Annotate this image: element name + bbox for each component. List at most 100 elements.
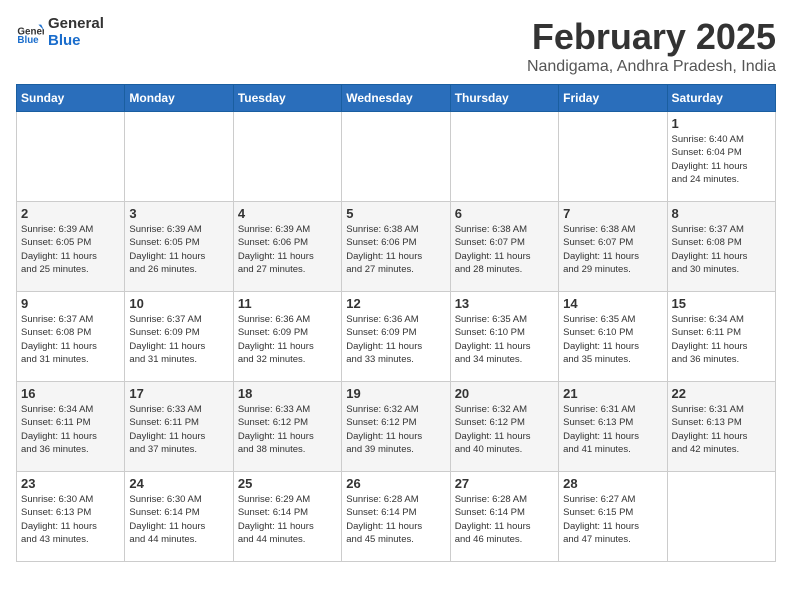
day-cell: 13 Sunrise: 6:35 AM Sunset: 6:10 PM Dayli… — [450, 292, 558, 382]
day-number: 17 — [129, 386, 228, 401]
day-info: Sunrise: 6:39 AM Sunset: 6:06 PM Dayligh… — [238, 223, 337, 276]
day-number: 23 — [21, 476, 120, 491]
day-number: 20 — [455, 386, 554, 401]
day-info: Sunrise: 6:35 AM Sunset: 6:10 PM Dayligh… — [455, 313, 554, 366]
day-cell: 5 Sunrise: 6:38 AM Sunset: 6:06 PM Daylig… — [342, 202, 450, 292]
svg-text:Blue: Blue — [17, 34, 39, 45]
day-number: 25 — [238, 476, 337, 491]
day-cell: 27 Sunrise: 6:28 AM Sunset: 6:14 PM Dayli… — [450, 472, 558, 562]
day-number: 9 — [21, 296, 120, 311]
day-number: 10 — [129, 296, 228, 311]
logo-general: General — [48, 16, 104, 33]
day-number: 13 — [455, 296, 554, 311]
day-number: 19 — [346, 386, 445, 401]
day-cell: 23 Sunrise: 6:30 AM Sunset: 6:13 PM Dayli… — [17, 472, 125, 562]
day-cell — [342, 112, 450, 202]
day-info: Sunrise: 6:37 AM Sunset: 6:08 PM Dayligh… — [672, 223, 771, 276]
day-info: Sunrise: 6:38 AM Sunset: 6:07 PM Dayligh… — [563, 223, 662, 276]
day-info: Sunrise: 6:37 AM Sunset: 6:09 PM Dayligh… — [129, 313, 228, 366]
day-cell: 10 Sunrise: 6:37 AM Sunset: 6:09 PM Dayli… — [125, 292, 233, 382]
day-number: 26 — [346, 476, 445, 491]
day-info: Sunrise: 6:30 AM Sunset: 6:13 PM Dayligh… — [21, 493, 120, 546]
day-cell: 17Sunrise: 6:33 AM Sunset: 6:11 PM Dayli… — [125, 382, 233, 472]
day-header-wednesday: Wednesday — [342, 85, 450, 112]
day-cell: 26 Sunrise: 6:28 AM Sunset: 6:14 PM Dayli… — [342, 472, 450, 562]
calendar-table: SundayMondayTuesdayWednesdayThursdayFrid… — [16, 84, 776, 562]
week-row-5: 23 Sunrise: 6:30 AM Sunset: 6:13 PM Dayli… — [17, 472, 776, 562]
calendar-body: 1 Sunrise: 6:40 AM Sunset: 6:04 PM Daylig… — [17, 112, 776, 562]
day-info: Sunrise: 6:33 AM Sunset: 6:12 PM Dayligh… — [238, 403, 337, 456]
day-info: Sunrise: 6:37 AM Sunset: 6:08 PM Dayligh… — [21, 313, 120, 366]
day-cell: 24 Sunrise: 6:30 AM Sunset: 6:14 PM Dayli… — [125, 472, 233, 562]
day-info: Sunrise: 6:38 AM Sunset: 6:06 PM Dayligh… — [346, 223, 445, 276]
day-cell — [125, 112, 233, 202]
day-cell: 22 Sunrise: 6:31 AM Sunset: 6:13 PM Dayli… — [667, 382, 775, 472]
day-number: 24 — [129, 476, 228, 491]
day-number: 8 — [672, 206, 771, 221]
day-info: Sunrise: 6:39 AM Sunset: 6:05 PM Dayligh… — [21, 223, 120, 276]
day-number: 27 — [455, 476, 554, 491]
day-header-friday: Friday — [559, 85, 667, 112]
title-area: February 2025 Nandigama, Andhra Pradesh,… — [527, 16, 776, 76]
day-cell — [17, 112, 125, 202]
day-number: 5 — [346, 206, 445, 221]
day-cell: 3 Sunrise: 6:39 AM Sunset: 6:05 PM Daylig… — [125, 202, 233, 292]
day-info: Sunrise: 6:30 AM Sunset: 6:14 PM Dayligh… — [129, 493, 228, 546]
day-info: Sunrise: 6:31 AM Sunset: 6:13 PM Dayligh… — [563, 403, 662, 456]
day-number: 22 — [672, 386, 771, 401]
day-cell: 14 Sunrise: 6:35 AM Sunset: 6:10 PM Dayli… — [559, 292, 667, 382]
day-cell: 8 Sunrise: 6:37 AM Sunset: 6:08 PM Daylig… — [667, 202, 775, 292]
day-number: 2 — [21, 206, 120, 221]
day-info: Sunrise: 6:39 AM Sunset: 6:05 PM Dayligh… — [129, 223, 228, 276]
day-number: 21 — [563, 386, 662, 401]
day-cell: 15Sunrise: 6:34 AM Sunset: 6:11 PM Dayli… — [667, 292, 775, 382]
day-cell: 2 Sunrise: 6:39 AM Sunset: 6:05 PM Daylig… — [17, 202, 125, 292]
day-cell — [233, 112, 341, 202]
day-cell: 1 Sunrise: 6:40 AM Sunset: 6:04 PM Daylig… — [667, 112, 775, 202]
logo: General Blue General Blue — [16, 16, 104, 49]
day-cell: 18Sunrise: 6:33 AM Sunset: 6:12 PM Dayli… — [233, 382, 341, 472]
day-info: Sunrise: 6:35 AM Sunset: 6:10 PM Dayligh… — [563, 313, 662, 366]
day-info: Sunrise: 6:32 AM Sunset: 6:12 PM Dayligh… — [346, 403, 445, 456]
day-info: Sunrise: 6:38 AM Sunset: 6:07 PM Dayligh… — [455, 223, 554, 276]
day-cell: 25 Sunrise: 6:29 AM Sunset: 6:14 PM Dayli… — [233, 472, 341, 562]
day-number: 16 — [21, 386, 120, 401]
day-cell: 7Sunrise: 6:38 AM Sunset: 6:07 PM Daylig… — [559, 202, 667, 292]
day-number: 6 — [455, 206, 554, 221]
day-info: Sunrise: 6:28 AM Sunset: 6:14 PM Dayligh… — [455, 493, 554, 546]
header: General Blue General Blue February 2025 … — [16, 16, 776, 76]
day-info: Sunrise: 6:32 AM Sunset: 6:12 PM Dayligh… — [455, 403, 554, 456]
day-number: 1 — [672, 116, 771, 131]
week-row-1: 1 Sunrise: 6:40 AM Sunset: 6:04 PM Daylig… — [17, 112, 776, 202]
day-cell: 19 Sunrise: 6:32 AM Sunset: 6:12 PM Dayli… — [342, 382, 450, 472]
day-header-sunday: Sunday — [17, 85, 125, 112]
day-header-tuesday: Tuesday — [233, 85, 341, 112]
day-cell: 28 Sunrise: 6:27 AM Sunset: 6:15 PM Dayli… — [559, 472, 667, 562]
day-info: Sunrise: 6:27 AM Sunset: 6:15 PM Dayligh… — [563, 493, 662, 546]
day-cell — [450, 112, 558, 202]
day-info: Sunrise: 6:31 AM Sunset: 6:13 PM Dayligh… — [672, 403, 771, 456]
day-cell: 11Sunrise: 6:36 AM Sunset: 6:09 PM Dayli… — [233, 292, 341, 382]
day-info: Sunrise: 6:29 AM Sunset: 6:14 PM Dayligh… — [238, 493, 337, 546]
day-number: 3 — [129, 206, 228, 221]
location: Nandigama, Andhra Pradesh, India — [527, 58, 776, 76]
day-number: 14 — [563, 296, 662, 311]
calendar-header-row: SundayMondayTuesdayWednesdayThursdayFrid… — [17, 85, 776, 112]
day-number: 11 — [238, 296, 337, 311]
week-row-4: 16Sunrise: 6:34 AM Sunset: 6:11 PM Dayli… — [17, 382, 776, 472]
day-cell: 4 Sunrise: 6:39 AM Sunset: 6:06 PM Daylig… — [233, 202, 341, 292]
day-info: Sunrise: 6:28 AM Sunset: 6:14 PM Dayligh… — [346, 493, 445, 546]
day-cell: 20 Sunrise: 6:32 AM Sunset: 6:12 PM Dayli… — [450, 382, 558, 472]
day-number: 28 — [563, 476, 662, 491]
day-info: Sunrise: 6:34 AM Sunset: 6:11 PM Dayligh… — [672, 313, 771, 366]
logo-blue: Blue — [48, 33, 104, 50]
day-info: Sunrise: 6:36 AM Sunset: 6:09 PM Dayligh… — [346, 313, 445, 366]
day-header-saturday: Saturday — [667, 85, 775, 112]
day-number: 4 — [238, 206, 337, 221]
day-cell: 9 Sunrise: 6:37 AM Sunset: 6:08 PM Daylig… — [17, 292, 125, 382]
day-cell — [667, 472, 775, 562]
day-cell — [559, 112, 667, 202]
day-number: 12 — [346, 296, 445, 311]
day-info: Sunrise: 6:40 AM Sunset: 6:04 PM Dayligh… — [672, 133, 771, 186]
day-cell: 6 Sunrise: 6:38 AM Sunset: 6:07 PM Daylig… — [450, 202, 558, 292]
